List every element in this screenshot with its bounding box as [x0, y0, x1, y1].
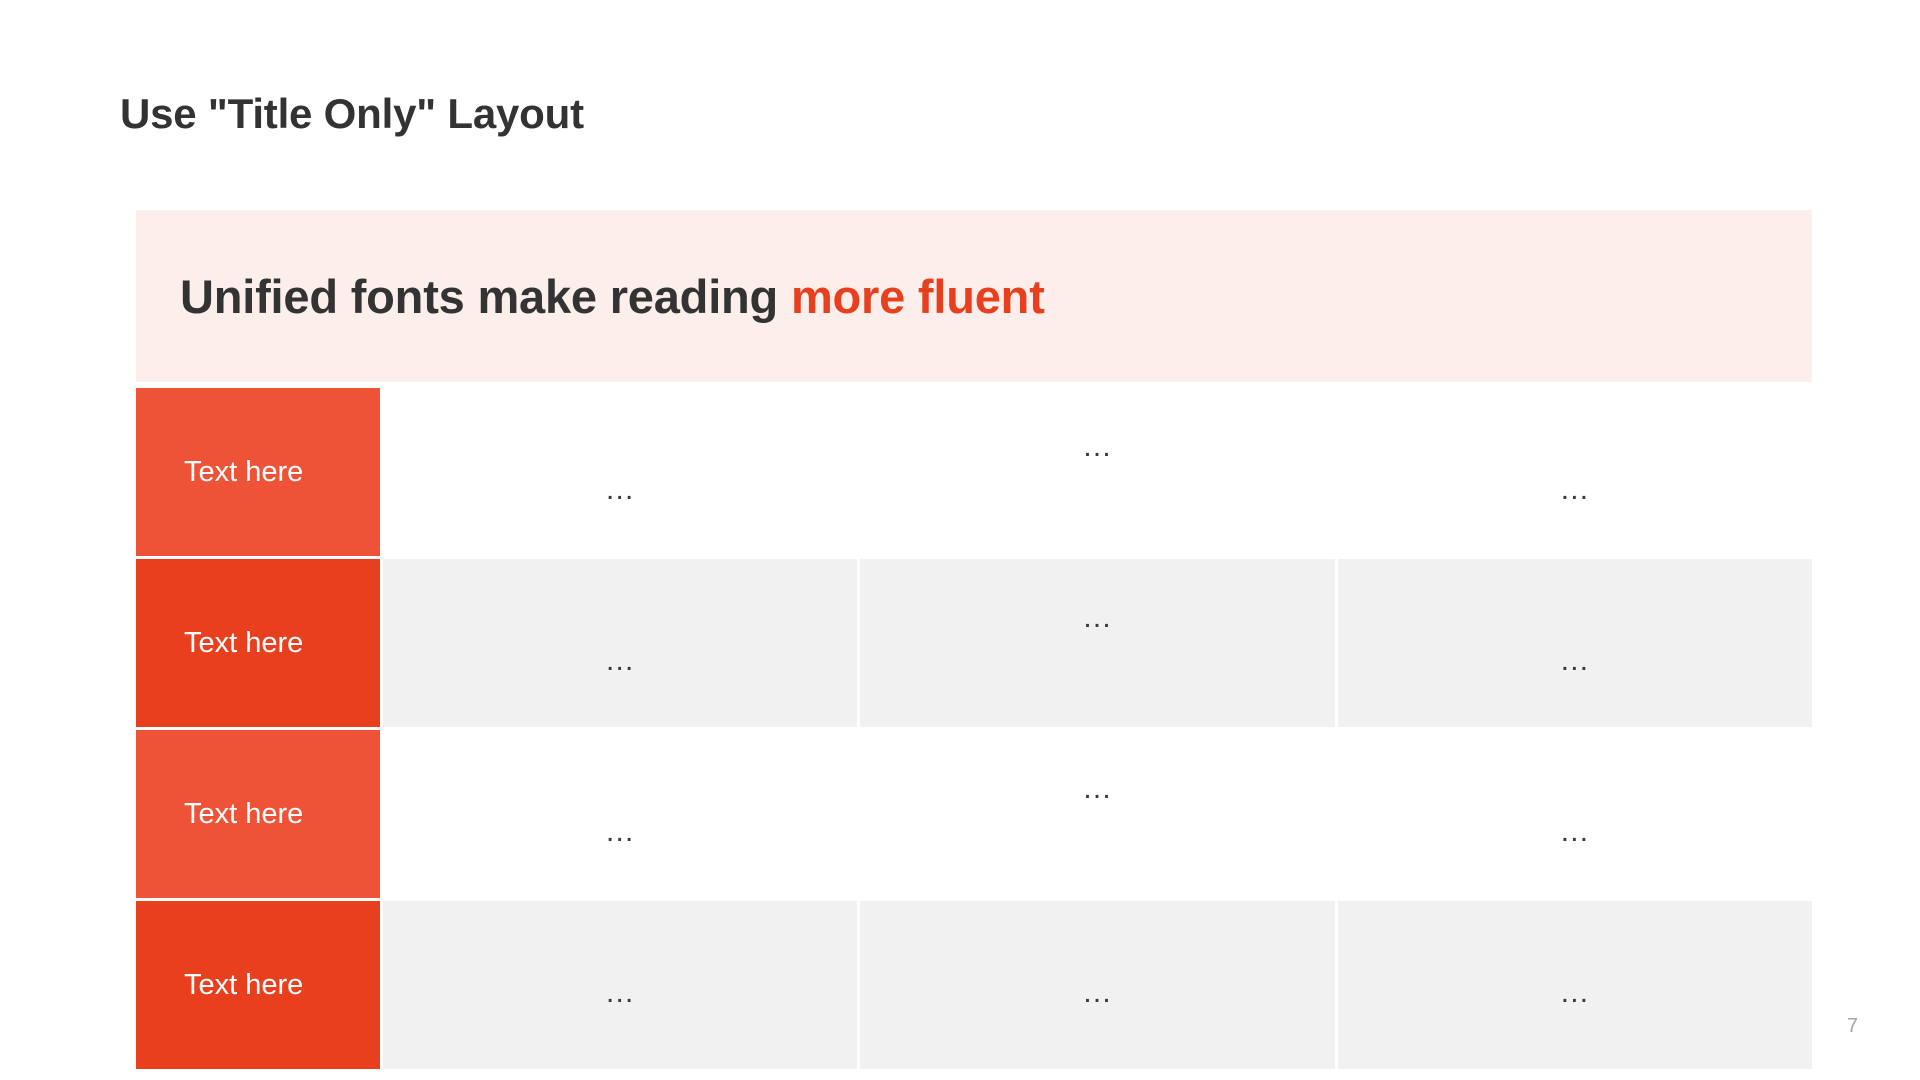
banner-text-accent: more fluent [790, 269, 1045, 323]
table-cell[interactable]: … [1337, 901, 1812, 1069]
row-cells: … … … [383, 388, 1812, 556]
table-cell[interactable]: … [860, 730, 1335, 898]
table-cell[interactable]: … [383, 388, 858, 556]
row-cells: … … … [383, 559, 1812, 727]
row-label-cell[interactable]: Text here [136, 901, 380, 1069]
table-cell[interactable]: … [383, 730, 858, 898]
table-cell[interactable]: … [1337, 388, 1812, 556]
content-table: Text here … … … Text here … … … Text her… [136, 388, 1812, 1069]
cell-ellipsis: … [604, 976, 636, 1010]
table-cell[interactable]: … [860, 559, 1335, 727]
row-label-text: Text here [184, 797, 304, 830]
page-title: Use "Title Only" Layout [120, 90, 584, 137]
cell-ellipsis: … [604, 815, 636, 849]
cell-ellipsis: … [1081, 429, 1113, 463]
banner: Unified fonts make reading more fluent [136, 210, 1812, 382]
table-row: Text here … … … [136, 901, 1812, 1069]
row-label-cell[interactable]: Text here [136, 388, 380, 556]
cell-ellipsis: … [1081, 600, 1113, 634]
cell-ellipsis: … [1559, 473, 1591, 507]
row-label-cell[interactable]: Text here [136, 730, 380, 898]
banner-text-plain: Unified fonts make reading [180, 269, 791, 323]
cell-ellipsis: … [1081, 771, 1113, 805]
cell-ellipsis: … [604, 644, 636, 678]
banner-text: Unified fonts make reading more fluent [136, 269, 1045, 324]
table-cell[interactable]: … [383, 901, 858, 1069]
cell-ellipsis: … [1081, 976, 1113, 1010]
slide-canvas: Use "Title Only" Layout Unified fonts ma… [0, 0, 1920, 1080]
row-label-text: Text here [184, 455, 304, 488]
cell-ellipsis: … [604, 473, 636, 507]
table-cell[interactable]: … [383, 559, 858, 727]
row-label-cell[interactable]: Text here [136, 559, 380, 727]
table-cell[interactable]: … [860, 388, 1335, 556]
table-cell[interactable]: … [1337, 730, 1812, 898]
row-cells: … … … [383, 901, 1812, 1069]
row-label-text: Text here [184, 626, 304, 659]
row-label-text: Text here [184, 968, 304, 1001]
table-row: Text here … … … [136, 730, 1812, 898]
page-number: 7 [1846, 1015, 1858, 1037]
cell-ellipsis: … [1559, 644, 1591, 678]
table-row: Text here … … … [136, 559, 1812, 727]
cell-ellipsis: … [1559, 976, 1591, 1010]
table-cell[interactable]: … [1337, 559, 1812, 727]
table-cell[interactable]: … [860, 901, 1335, 1069]
row-cells: … … … [383, 730, 1812, 898]
cell-ellipsis: … [1559, 815, 1591, 849]
table-row: Text here … … … [136, 388, 1812, 556]
